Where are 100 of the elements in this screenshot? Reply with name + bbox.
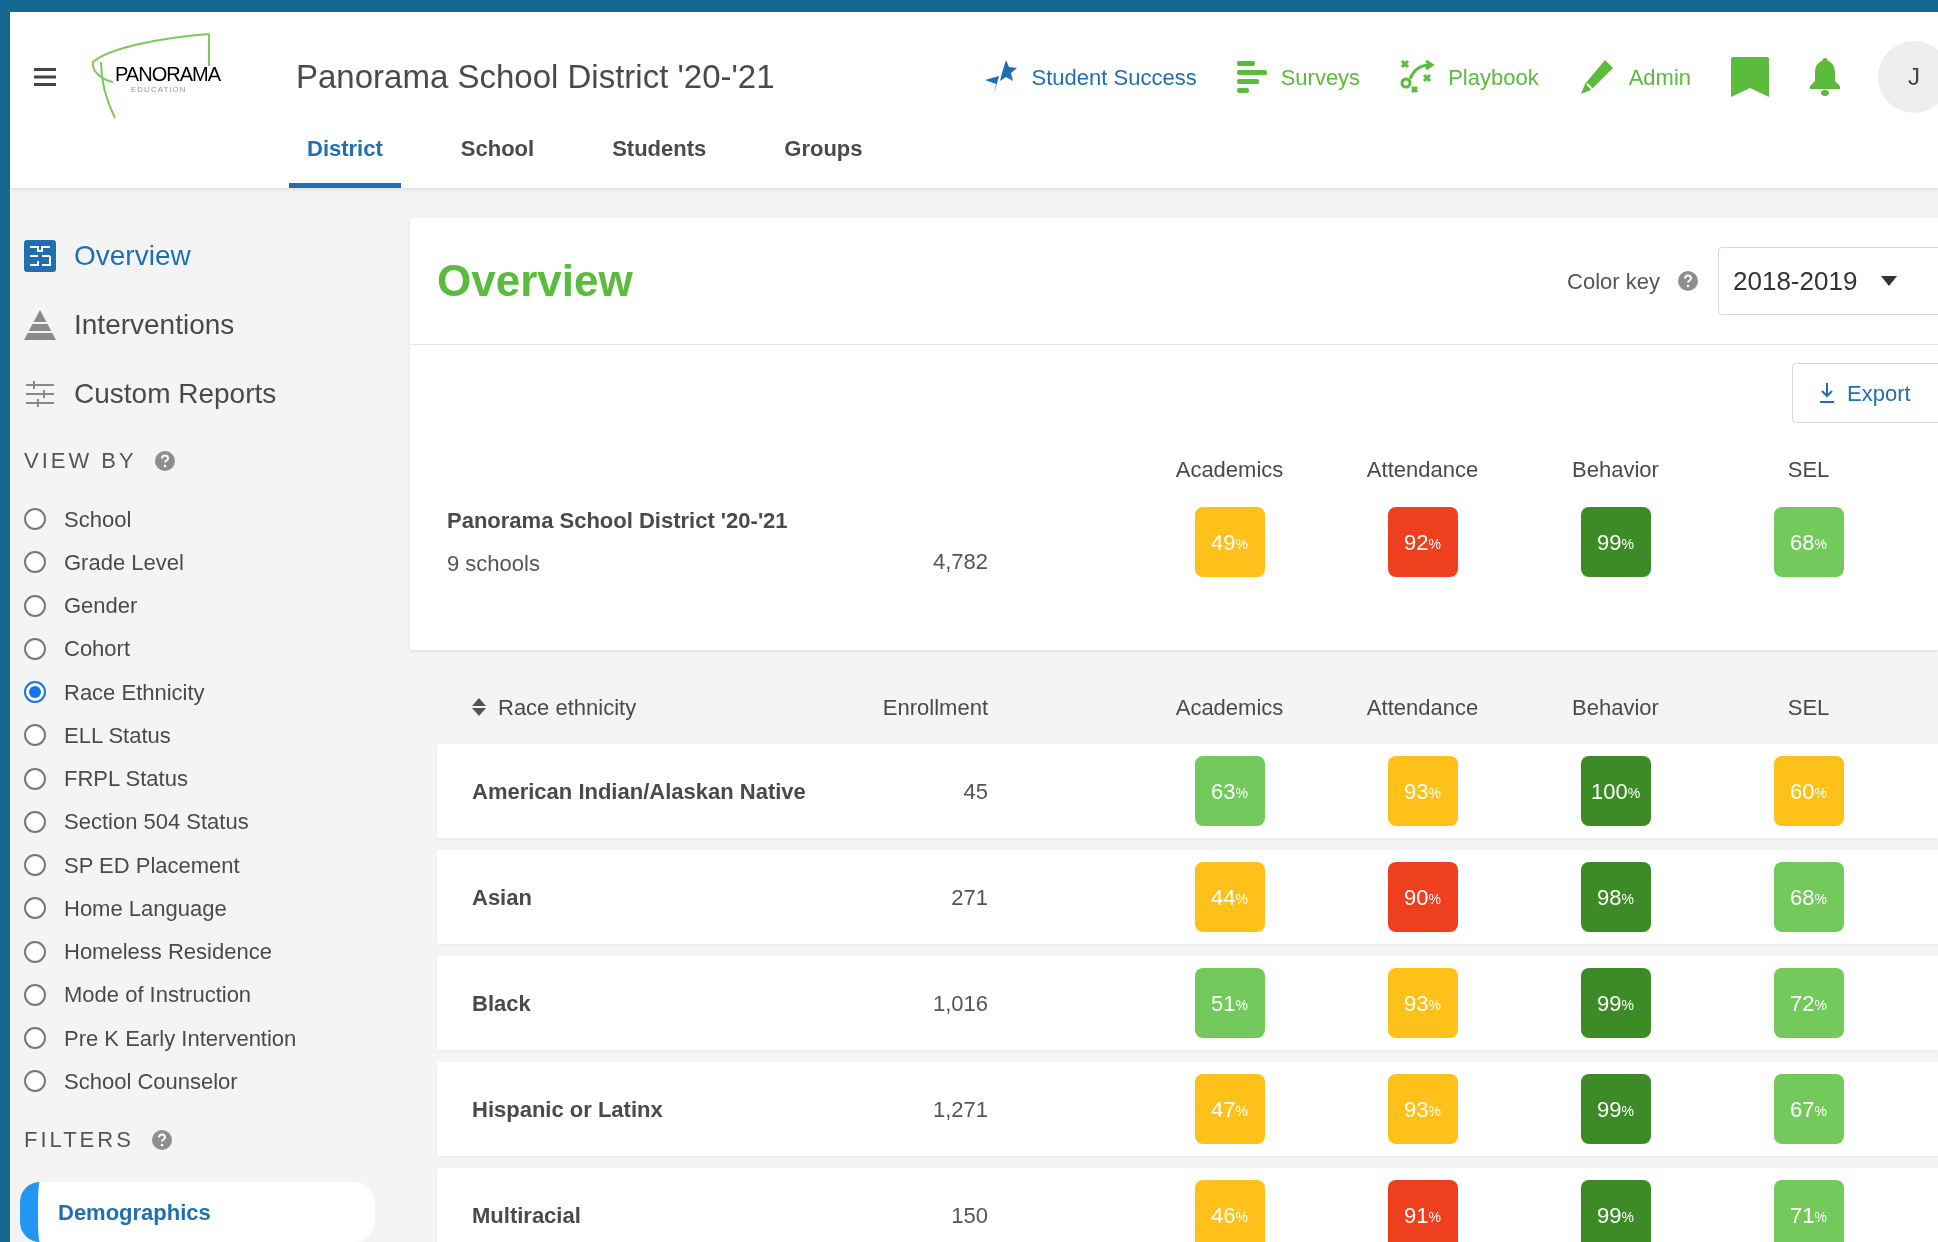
column-header: Behavior bbox=[1571, 456, 1660, 484]
radio-option[interactable]: Section 504 Status bbox=[24, 800, 410, 844]
radio-option[interactable]: Homeless Residence bbox=[24, 930, 410, 974]
radio-option[interactable]: Home Language bbox=[24, 886, 410, 931]
radio-button[interactable] bbox=[24, 551, 46, 574]
panorama-logo[interactable]: PANORAMA EDUCATION bbox=[89, 32, 234, 122]
score-badge: 93% bbox=[1387, 756, 1458, 826]
district-name: Panorama School District '20-'21 bbox=[447, 507, 789, 535]
page-title: Overview bbox=[437, 255, 633, 307]
bookmark-icon[interactable] bbox=[1731, 57, 1769, 97]
enrollment-value: 4,782 bbox=[931, 547, 988, 576]
column-header: Attendance bbox=[1365, 693, 1480, 722]
score-badge: 71% bbox=[1773, 1180, 1844, 1242]
score-badge: 68% bbox=[1773, 862, 1844, 932]
score-badge: 100% bbox=[1580, 756, 1651, 826]
score-badge: 63% bbox=[1194, 756, 1265, 826]
score-badge: 90% bbox=[1387, 862, 1458, 932]
radio-button[interactable] bbox=[24, 767, 46, 790]
score-badge: 99% bbox=[1580, 1074, 1651, 1144]
score-badge: 98% bbox=[1580, 862, 1651, 932]
radio-option[interactable]: School bbox=[24, 497, 410, 541]
radio-option[interactable]: School Counselor bbox=[24, 1059, 410, 1104]
filter-item[interactable]: Demographics bbox=[20, 1182, 375, 1242]
nav-tab[interactable]: Students bbox=[594, 132, 725, 188]
radio-button[interactable] bbox=[24, 724, 46, 747]
radio-button[interactable] bbox=[24, 594, 46, 617]
score-badge: 99% bbox=[1580, 507, 1651, 577]
user-avatar[interactable]: J bbox=[1878, 41, 1938, 113]
sliders-icon bbox=[26, 381, 54, 407]
score-badge: 68% bbox=[1773, 507, 1844, 577]
radio-option[interactable]: Mode of Instruction bbox=[24, 973, 410, 1017]
nav-link[interactable]: Student Success bbox=[981, 58, 1197, 96]
score-badge: 93% bbox=[1387, 968, 1458, 1038]
enrollment-value: 1,016 bbox=[931, 989, 988, 1018]
score-badge: 47% bbox=[1194, 1074, 1265, 1144]
year-dropdown[interactable]: 2018-2019 bbox=[1718, 247, 1938, 315]
radio-option[interactable]: SP ED Placement bbox=[24, 843, 410, 887]
score-badge: 51% bbox=[1194, 968, 1265, 1038]
radio-option[interactable]: ELL Status bbox=[24, 713, 410, 757]
radio-option[interactable]: Race Ethnicity bbox=[24, 670, 410, 714]
score-badge: 99% bbox=[1580, 1180, 1651, 1242]
column-header: Race ethnicity bbox=[498, 693, 637, 722]
playbook-icon bbox=[1400, 59, 1437, 95]
color-key-label: Color key bbox=[1567, 267, 1660, 296]
sort-icon[interactable] bbox=[472, 698, 486, 716]
radio-button[interactable] bbox=[24, 810, 46, 833]
export-button[interactable]: Export bbox=[1792, 363, 1938, 423]
radio-button[interactable] bbox=[24, 1070, 46, 1093]
nav-tab[interactable]: District bbox=[289, 132, 401, 188]
enrollment-value: 271 bbox=[950, 883, 988, 912]
radio-option[interactable]: Cohort bbox=[24, 627, 410, 671]
group-name: Asian bbox=[472, 883, 533, 912]
radio-button[interactable] bbox=[24, 681, 46, 704]
radio-button[interactable] bbox=[24, 940, 46, 963]
radio-option[interactable]: FRPL Status bbox=[24, 757, 410, 801]
column-header: SEL bbox=[1786, 456, 1831, 484]
sidebar-item[interactable]: Custom Reports bbox=[24, 359, 410, 429]
score-badge: 91% bbox=[1387, 1180, 1458, 1242]
nav-tab[interactable]: School bbox=[442, 132, 553, 188]
bell-icon[interactable] bbox=[1809, 58, 1841, 96]
download-icon bbox=[1819, 383, 1835, 403]
help-icon[interactable] bbox=[1678, 271, 1698, 291]
enrollment-value: 150 bbox=[950, 1201, 988, 1230]
radio-option[interactable]: Pre K Early Intervention bbox=[24, 1016, 410, 1060]
radio-button[interactable] bbox=[24, 983, 46, 1006]
radio-button[interactable] bbox=[24, 508, 46, 530]
column-header: Academics bbox=[1174, 693, 1285, 722]
radio-button[interactable] bbox=[24, 897, 46, 920]
radio-option[interactable]: Gender bbox=[24, 583, 410, 628]
radio-option[interactable]: Grade Level bbox=[24, 540, 410, 584]
enrollment-value: 1,271 bbox=[931, 1095, 988, 1124]
help-icon[interactable] bbox=[151, 1129, 172, 1150]
column-header: Academics bbox=[1174, 456, 1285, 484]
column-header: Behavior bbox=[1571, 693, 1660, 722]
help-icon[interactable] bbox=[154, 450, 175, 471]
score-badge: 49% bbox=[1194, 507, 1265, 577]
score-badge: 44% bbox=[1194, 862, 1265, 932]
group-name: Multiracial bbox=[472, 1201, 582, 1230]
column-header: Enrollment bbox=[881, 693, 988, 722]
sidebar-item[interactable]: Interventions bbox=[24, 290, 410, 360]
group-name: Hispanic or Latinx bbox=[472, 1095, 664, 1124]
column-header: Attendance bbox=[1365, 456, 1480, 484]
score-badge: 67% bbox=[1773, 1074, 1844, 1144]
bars-icon bbox=[1236, 60, 1269, 94]
school-count: 9 schools bbox=[447, 550, 541, 578]
column-header: SEL bbox=[1786, 693, 1831, 722]
score-badge: 93% bbox=[1387, 1074, 1458, 1144]
sidebar-item[interactable]: Overview bbox=[24, 222, 410, 291]
score-badge: 92% bbox=[1387, 507, 1458, 577]
radio-button[interactable] bbox=[24, 1027, 46, 1050]
radio-button[interactable] bbox=[24, 854, 46, 877]
menu-icon[interactable] bbox=[34, 68, 56, 86]
group-name: Black bbox=[472, 989, 532, 1018]
enrollment-value: 45 bbox=[962, 777, 988, 806]
section-heading: VIEW BY bbox=[24, 447, 137, 476]
caret-icon bbox=[1881, 276, 1898, 286]
score-badge: 72% bbox=[1773, 968, 1844, 1038]
nav-tab[interactable]: Groups bbox=[766, 132, 881, 188]
score-badge: 46% bbox=[1194, 1180, 1265, 1242]
radio-button[interactable] bbox=[24, 637, 46, 660]
